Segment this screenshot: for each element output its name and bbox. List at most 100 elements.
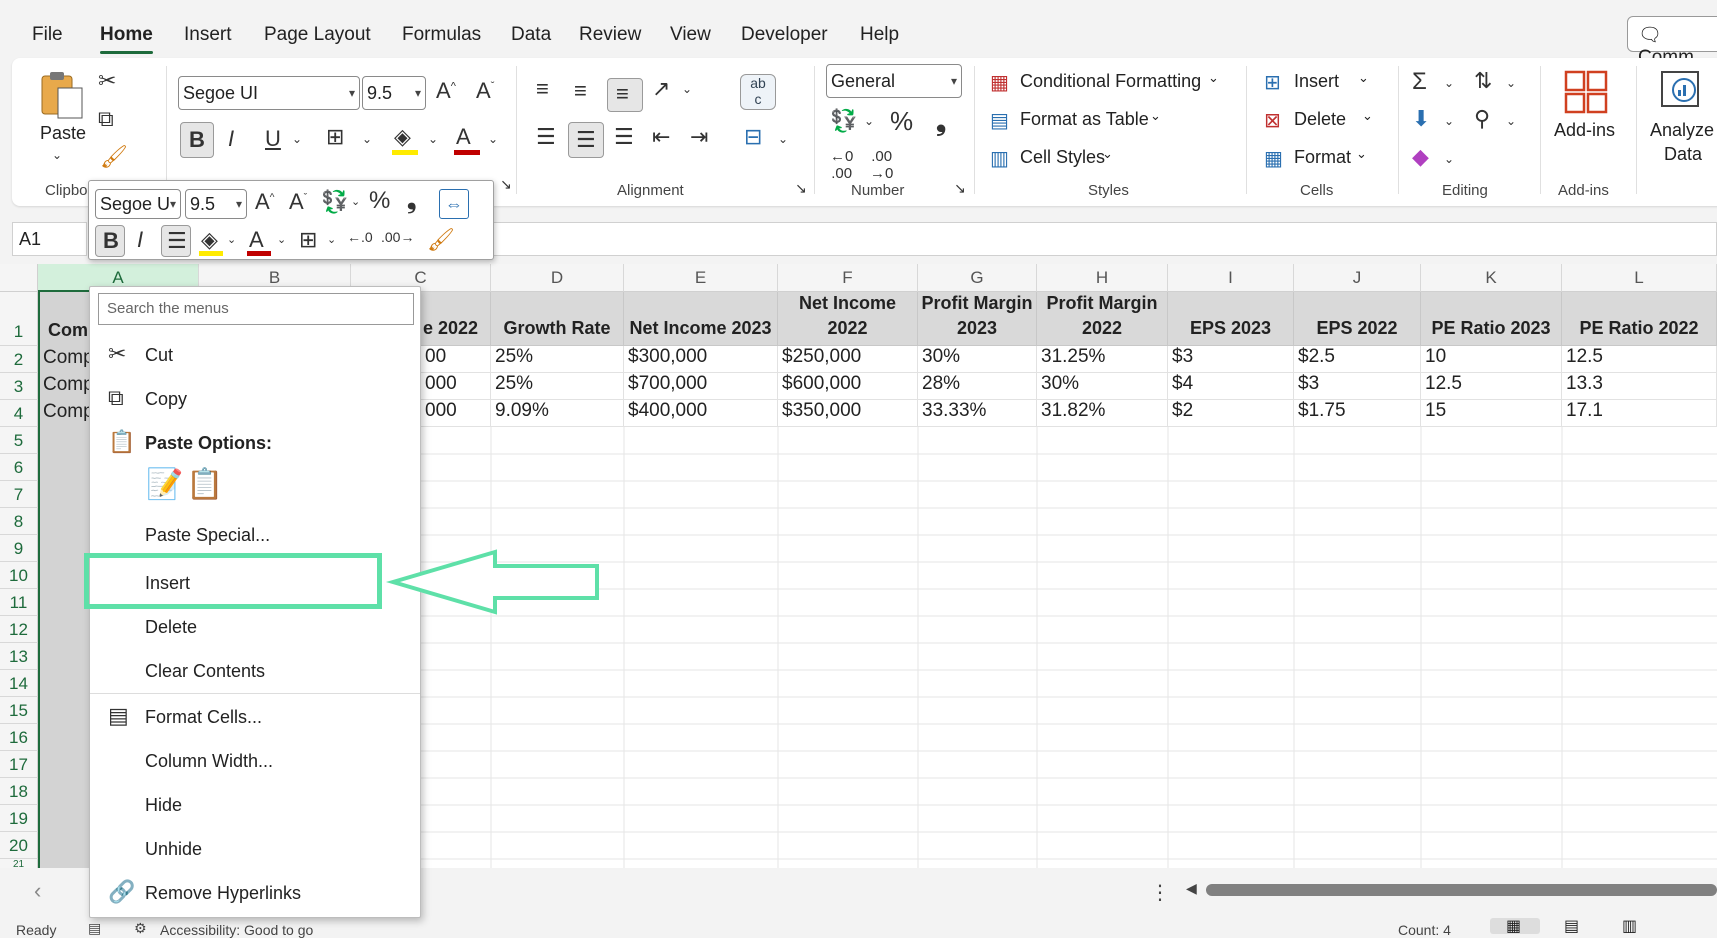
data-cell[interactable]: 33.33% xyxy=(918,400,1037,427)
mini-center-button[interactable]: ☰ xyxy=(161,225,191,257)
analyze-data-icon[interactable] xyxy=(1660,68,1704,112)
cell-c4[interactable]: 000 xyxy=(421,400,491,427)
borders-icon[interactable]: ⊞ xyxy=(326,124,344,150)
tab-developer[interactable]: Developer xyxy=(741,24,828,46)
row-header[interactable]: 12 xyxy=(0,616,38,643)
chevron-down-icon[interactable]: ⌄ xyxy=(52,148,62,162)
cell-a2[interactable]: Comp xyxy=(43,347,94,369)
orientation-icon[interactable]: ↗ xyxy=(652,76,670,102)
decrease-indent-icon[interactable]: ⇤ xyxy=(652,124,670,150)
borders-icon[interactable]: ⊞ xyxy=(299,227,317,253)
dialog-launcher-icon[interactable]: ↘ xyxy=(795,180,807,197)
chevron-down-icon[interactable]: ⌄ xyxy=(227,233,236,246)
data-cell[interactable]: $350,000 xyxy=(778,400,918,427)
menu-item-hide[interactable]: Hide xyxy=(90,785,420,825)
page-break-view-icon[interactable]: ▥ xyxy=(1622,916,1637,936)
data-cell[interactable]: $700,000 xyxy=(624,373,778,400)
comma-style-icon[interactable]: ❟ xyxy=(936,106,946,138)
menu-item-clear-contents[interactable]: Clear Contents xyxy=(90,651,420,691)
row-header[interactable]: 20 xyxy=(0,832,38,859)
data-cell[interactable]: 25% xyxy=(491,346,624,373)
normal-view-button[interactable]: ▦ xyxy=(1490,918,1540,935)
menu-item-copy[interactable]: ⧉ Copy xyxy=(90,379,420,419)
tab-page-layout[interactable]: Page Layout xyxy=(264,24,371,46)
data-cell[interactable]: 13.3 xyxy=(1562,373,1717,400)
scroll-left-icon[interactable]: ◀ xyxy=(1186,880,1197,897)
data-cell[interactable]: 31.25% xyxy=(1037,346,1168,373)
chevron-down-icon[interactable]: ⌄ xyxy=(362,132,372,146)
row-header[interactable]: 9 xyxy=(0,535,38,562)
comma-style-icon[interactable]: ❟ xyxy=(407,187,416,215)
format-painter-icon[interactable]: 🖌 xyxy=(427,227,455,253)
menu-item-cut[interactable]: ✂ Cut xyxy=(90,335,420,375)
merge-center-icon[interactable]: ⊟ xyxy=(744,124,762,150)
tab-view[interactable]: View xyxy=(670,24,711,46)
row-header[interactable]: 21 xyxy=(0,859,38,868)
name-box[interactable]: A1 xyxy=(12,222,87,256)
italic-icon[interactable]: I xyxy=(228,126,234,152)
decrease-font-icon[interactable]: Aˇ xyxy=(476,78,494,104)
align-left-icon[interactable]: ☰ xyxy=(536,124,556,150)
font-color-icon[interactable]: A xyxy=(249,227,264,253)
font-size-select[interactable]: 9.5 ▾ xyxy=(362,76,426,110)
tab-help[interactable]: Help xyxy=(860,24,899,46)
comments-button[interactable]: 🗨 Comm xyxy=(1627,16,1717,68)
row-header[interactable]: 5 xyxy=(0,427,38,454)
increase-indent-icon[interactable]: ⇥ xyxy=(690,124,708,150)
data-cell[interactable]: 12.5 xyxy=(1562,346,1717,373)
mini-bold-button[interactable]: B xyxy=(95,225,125,257)
column-header-d[interactable]: D xyxy=(491,264,624,292)
accounting-format-icon[interactable]: 💱 xyxy=(321,189,348,215)
row-header[interactable]: 2 xyxy=(0,346,38,373)
menu-item-paste-special[interactable]: Paste Special... xyxy=(90,515,420,555)
data-cell[interactable]: 17.1 xyxy=(1562,400,1717,427)
data-cell[interactable]: $250,000 xyxy=(778,346,918,373)
column-header-g[interactable]: G xyxy=(918,264,1037,292)
wrap-text-icon[interactable]: ab c xyxy=(740,74,776,110)
row-header[interactable]: 8 xyxy=(0,508,38,535)
row-header[interactable]: 18 xyxy=(0,778,38,805)
format-as-table-button[interactable]: ▤ Format as Table ⌄ xyxy=(990,108,1161,133)
data-cell[interactable]: $3 xyxy=(1294,373,1421,400)
row-header[interactable]: 1 xyxy=(0,292,38,346)
macro-icon[interactable]: ▤ xyxy=(88,920,101,937)
decrease-font-icon[interactable]: Aˇ xyxy=(289,189,307,215)
chevron-down-icon[interactable]: ⌄ xyxy=(292,132,302,146)
column-header-l[interactable]: L xyxy=(1562,264,1717,292)
row-header[interactable]: 19 xyxy=(0,805,38,832)
data-cell[interactable]: $1.75 xyxy=(1294,400,1421,427)
cell-c2[interactable]: 00 xyxy=(421,346,491,373)
data-cell[interactable]: 12.5 xyxy=(1421,373,1562,400)
paste-label[interactable]: Paste xyxy=(40,123,86,144)
accounting-format-icon[interactable]: 💱 xyxy=(830,108,857,134)
underline-icon[interactable]: U xyxy=(265,126,281,152)
row-header[interactable]: 3 xyxy=(0,373,38,400)
decrease-decimal-icon[interactable]: .00→ xyxy=(381,229,414,245)
cut-icon[interactable]: ✂ xyxy=(98,68,116,94)
tab-formulas[interactable]: Formulas xyxy=(402,24,481,46)
column-header-f[interactable]: F xyxy=(778,264,918,292)
delete-cells-button[interactable]: ⊠ Delete ⌄ xyxy=(1264,108,1373,133)
cell-a1[interactable]: Com xyxy=(48,320,88,341)
data-cell[interactable]: $3 xyxy=(1168,346,1294,373)
data-cell[interactable]: $2 xyxy=(1168,400,1294,427)
row-header[interactable]: 17 xyxy=(0,751,38,778)
horizontal-scrollbar[interactable] xyxy=(1206,884,1717,896)
copy-icon[interactable]: ⧉ xyxy=(98,106,114,132)
column-header-e[interactable]: E xyxy=(624,264,778,292)
paste-formulas-icon[interactable]: 📝 xyxy=(146,467,183,502)
column-header-i[interactable]: I xyxy=(1168,264,1294,292)
increase-decimal-icon[interactable]: ←0.00 xyxy=(830,148,853,182)
more-options-icon[interactable]: ⋮ xyxy=(1150,880,1170,905)
cell-a3[interactable]: Comp xyxy=(43,374,94,396)
font-name-select[interactable]: Segoe UI ▾ xyxy=(178,76,360,110)
row-header[interactable]: 6 xyxy=(0,454,38,481)
cell-c1[interactable]: e 2022 xyxy=(421,292,491,346)
increase-font-icon[interactable]: A^ xyxy=(255,189,274,215)
font-color-icon[interactable]: A xyxy=(456,124,471,150)
bold-button[interactable]: B xyxy=(180,122,214,158)
menu-item-format-cells[interactable]: ▤ Format Cells... xyxy=(90,697,420,737)
select-all-corner[interactable] xyxy=(0,264,38,292)
percent-icon[interactable]: % xyxy=(369,187,390,215)
tab-data[interactable]: Data xyxy=(511,24,551,46)
